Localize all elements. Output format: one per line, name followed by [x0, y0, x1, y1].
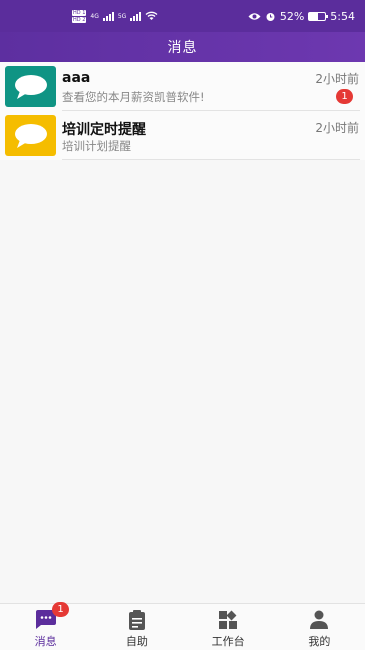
message-list: aaa 查看您的本月薪资凯普软件! 2小时前 1 培训定时提醒 培训计划提醒 2…	[0, 62, 365, 160]
person-icon	[310, 610, 329, 629]
message-avatar	[5, 66, 56, 107]
tab-messages[interactable]: 消息 1	[0, 602, 91, 650]
eye-icon	[248, 12, 261, 20]
bottom-tab-bar: 消息 1 自助 工作台 我的	[0, 602, 365, 650]
unread-badge: 1	[336, 89, 353, 104]
chat-bubble-icon	[14, 74, 47, 99]
message-title: 培训定时提醒	[62, 122, 146, 138]
page-title: 消息	[167, 40, 198, 56]
network1-label: 4G	[90, 12, 99, 20]
chat-bubble-icon	[14, 123, 47, 148]
wifi-icon	[145, 11, 158, 20]
message-title: aaa	[62, 70, 91, 86]
signal2-icon	[130, 11, 142, 21]
tab-label: 消息	[34, 635, 57, 648]
message-subtitle: 培训计划提醒	[62, 139, 131, 153]
alarm-icon	[266, 12, 275, 21]
sim2-label: HD 2	[72, 16, 87, 23]
tab-badge: 1	[52, 602, 69, 617]
status-bar: HD 1 HD 2 4G 5G 52% 5:54	[0, 0, 365, 32]
message-item[interactable]: 培训定时提醒 培训计划提醒 2小时前	[0, 111, 365, 160]
message-content: 培训定时提醒 培训计划提醒 2小时前	[62, 115, 365, 156]
header-bar: 消息	[0, 32, 365, 62]
sim-indicators: HD 1 HD 2	[72, 9, 87, 23]
tab-self-service[interactable]: 自助	[91, 604, 182, 650]
network2-label: 5G	[117, 12, 127, 20]
message-time: 2小时前	[315, 121, 359, 135]
battery-icon	[308, 11, 329, 21]
message-item[interactable]: aaa 查看您的本月薪资凯普软件! 2小时前 1	[0, 62, 365, 111]
battery-fill	[309, 12, 318, 20]
tab-label: 工作台	[211, 635, 245, 648]
tab-mine[interactable]: 我的	[274, 604, 365, 650]
tab-label: 自助	[125, 635, 148, 648]
status-right: 52% 5:54	[248, 10, 355, 23]
signal1-icon	[102, 11, 114, 21]
message-avatar	[5, 115, 56, 156]
battery-percent: 52%	[279, 9, 305, 23]
tab-label: 我的	[308, 635, 331, 648]
clipboard-icon	[128, 610, 145, 630]
divider	[62, 159, 360, 160]
dashboard-icon	[219, 610, 238, 629]
message-time: 2小时前	[315, 72, 359, 86]
status-left: HD 1 HD 2 4G 5G	[72, 9, 158, 23]
sim1-label: HD 1	[72, 9, 87, 16]
message-subtitle: 查看您的本月薪资凯普软件!	[62, 90, 205, 104]
clock: 5:54	[330, 9, 355, 23]
message-content: aaa 查看您的本月薪资凯普软件! 2小时前 1	[62, 66, 365, 107]
tab-workbench[interactable]: 工作台	[183, 604, 274, 650]
